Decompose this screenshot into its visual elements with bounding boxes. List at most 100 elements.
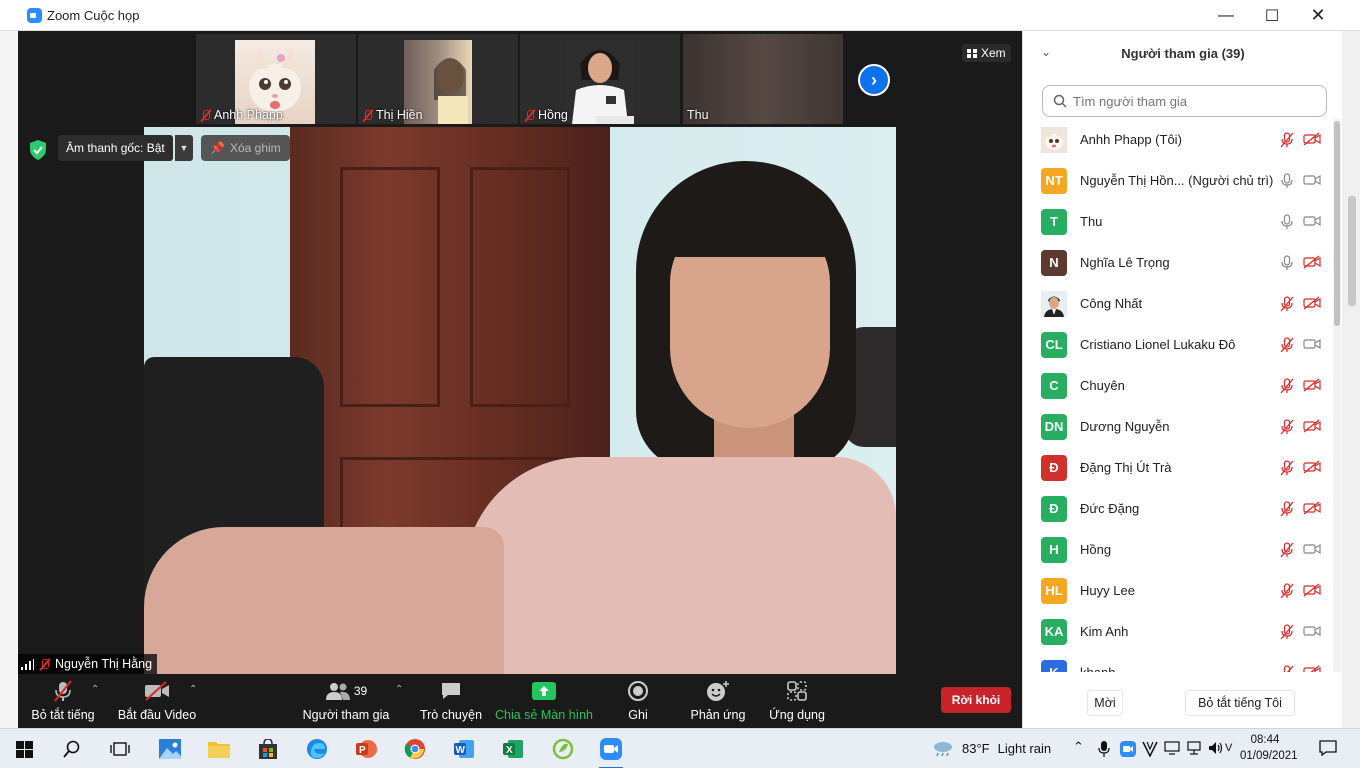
apps-button[interactable]: Ứng dụng (764, 674, 830, 728)
security-shield-icon (30, 140, 46, 160)
view-button[interactable]: Xem (962, 44, 1011, 62)
participant-row[interactable]: Đ Đặng Thị Út Trà (1023, 447, 1333, 488)
participant-row[interactable]: Công Nhất (1023, 283, 1333, 324)
minimize-button[interactable]: — (1203, 0, 1249, 31)
participant-row[interactable]: CL Cristiano Lionel Lukaku Đô (1023, 324, 1333, 365)
maximize-button[interactable]: ☐ (1249, 0, 1295, 31)
tray-overflow-chevron-icon[interactable]: ⌃ (1073, 739, 1084, 755)
panel-header: ⌄ Người tham gia (39) (1023, 31, 1343, 77)
camera-off-icon (1303, 377, 1321, 394)
store-icon[interactable] (256, 737, 280, 761)
search-icon[interactable] (60, 737, 84, 761)
close-button[interactable]: ✕ (1295, 0, 1341, 31)
microphone-tray-icon[interactable] (1098, 741, 1110, 760)
participant-row[interactable]: Đ Đức Đặng (1023, 488, 1333, 529)
video-options-chevron-icon[interactable]: ⌃ (189, 684, 197, 695)
unmute-me-button[interactable]: Bỏ tắt tiếng Tôi (1185, 690, 1295, 716)
thumbnail-name: Thu (687, 108, 709, 122)
clock-time: 08:44 (1250, 734, 1280, 746)
participant-row[interactable]: Kkhanh (1023, 652, 1333, 672)
record-button[interactable]: Ghi (613, 674, 663, 728)
audio-options-chevron-icon[interactable]: ⌃ (91, 684, 99, 695)
participants-options-chevron-icon[interactable]: ⌃ (395, 684, 403, 695)
participant-name: Đặng Thị Út Trà (1080, 460, 1172, 475)
participant-row[interactable]: DN Dương Nguyễn (1023, 406, 1333, 447)
mute-button[interactable]: Bỏ tắt tiếng (30, 674, 96, 728)
leave-button[interactable]: Rời khỏi (941, 687, 1011, 713)
participant-row[interactable]: H Hồng (1023, 529, 1333, 570)
windows-start-icon[interactable] (12, 737, 36, 761)
svg-text:W: W (456, 745, 466, 756)
video-thumbnail[interactable]: Thu (683, 34, 843, 124)
participant-name: Kim Anh (1080, 624, 1129, 639)
thumbnail-name: Thị Hiền (362, 108, 423, 122)
screen: Zoom Cuộc họp — ☐ ✕ Anhh Phapp Thị Hiền … (0, 0, 1360, 768)
participant-row[interactable]: T Thu (1023, 201, 1333, 242)
camera-off-icon (1303, 664, 1321, 672)
task-view-icon[interactable] (108, 737, 132, 761)
participant-name: Nguyễn Thị Hồn... (Người chủ trì) (1080, 173, 1274, 188)
zoom-tray-icon[interactable] (1120, 741, 1136, 760)
svg-text:P: P (359, 745, 366, 756)
camera-off-icon (1303, 295, 1321, 312)
participant-row[interactable]: HL Huyy Lee (1023, 570, 1333, 611)
avatar-initials: DN (1041, 413, 1067, 440)
participant-list-scrollbar[interactable] (1333, 119, 1341, 672)
network-tray-icon[interactable] (1186, 741, 1202, 758)
file-explorer-icon[interactable] (207, 737, 231, 761)
start-video-button[interactable]: Bắt đầu Video (116, 674, 198, 728)
microphone-muted-icon (1279, 541, 1295, 558)
powerpoint-icon[interactable]: P (354, 737, 378, 761)
volume-tray-icon[interactable] (1208, 741, 1224, 758)
video-off-icon (144, 680, 170, 702)
microphone-muted-icon (1279, 664, 1295, 672)
invite-button[interactable]: Mời (1087, 690, 1123, 716)
mic-muted-icon (200, 109, 211, 122)
original-audio-button[interactable]: Âm thanh gốc: Bật (58, 135, 173, 161)
avatar-initials: Đ (1041, 454, 1067, 481)
participant-row[interactable]: C Chuyên (1023, 365, 1333, 406)
avatar-initials: C (1041, 372, 1067, 399)
participant-video (566, 40, 634, 124)
chat-button[interactable]: Trò chuyện (418, 674, 484, 728)
camera-icon (1303, 173, 1321, 189)
original-audio-dropdown-icon[interactable]: ▼ (175, 135, 193, 161)
photos-app-icon[interactable] (158, 737, 182, 761)
zoom-logo-icon (27, 8, 42, 23)
start-video-label: Bắt đầu Video (117, 708, 197, 722)
weather-widget[interactable]: 83°F Light rain (932, 740, 1051, 756)
participant-row[interactable]: Anhh Phapp (Tôi) (1023, 119, 1333, 160)
language-tray-icon[interactable]: V (1225, 740, 1237, 757)
participant-row[interactable]: NT Nguyễn Thị Hồn... (Người chủ trì) (1023, 160, 1333, 201)
share-screen-button[interactable]: Chia sẻ Màn hình (494, 674, 594, 728)
participants-button[interactable]: 39 Người tham gia (301, 674, 391, 728)
participant-search[interactable] (1042, 85, 1327, 117)
notification-icon[interactable] (1319, 740, 1337, 759)
vpn-tray-icon[interactable] (1142, 741, 1158, 760)
thumbnail-name-text: Thị Hiền (376, 108, 423, 122)
video-thumbnail[interactable]: Anhh Phapp (196, 34, 356, 124)
participant-row[interactable]: N Nghĩa Lê Trọng (1023, 242, 1333, 283)
scrollbar-thumb[interactable] (1334, 121, 1340, 326)
unpin-label: Xóa ghim (229, 141, 281, 155)
next-page-arrow-icon[interactable]: › (858, 64, 890, 96)
search-input[interactable] (1073, 93, 1313, 109)
app-leaf-icon[interactable] (551, 737, 575, 761)
participant-row[interactable]: KA Kim Anh (1023, 611, 1333, 652)
reaction-icon (705, 680, 731, 702)
display-tray-icon[interactable] (1164, 741, 1180, 758)
video-thumbnail[interactable]: Thị Hiền (358, 34, 518, 124)
word-icon[interactable]: W (452, 737, 476, 761)
reactions-button[interactable]: Phản ứng (686, 674, 750, 728)
edge-browser-icon[interactable] (305, 737, 329, 761)
zoom-taskbar-icon[interactable] (599, 737, 623, 768)
system-clock[interactable]: 08:44 01/09/2021 (1240, 732, 1298, 764)
video-thumbnail[interactable]: Hồng (520, 34, 680, 124)
reactions-label: Phản ứng (690, 708, 746, 722)
avatar-photo (1041, 126, 1067, 153)
unpin-button[interactable]: 📌 Xóa ghim (201, 135, 290, 161)
chrome-icon[interactable] (403, 737, 427, 761)
active-speaker-name: Nguyễn Thị Hằng (55, 657, 153, 671)
excel-icon[interactable]: X (501, 737, 525, 761)
microphone-muted-icon (1279, 418, 1295, 435)
